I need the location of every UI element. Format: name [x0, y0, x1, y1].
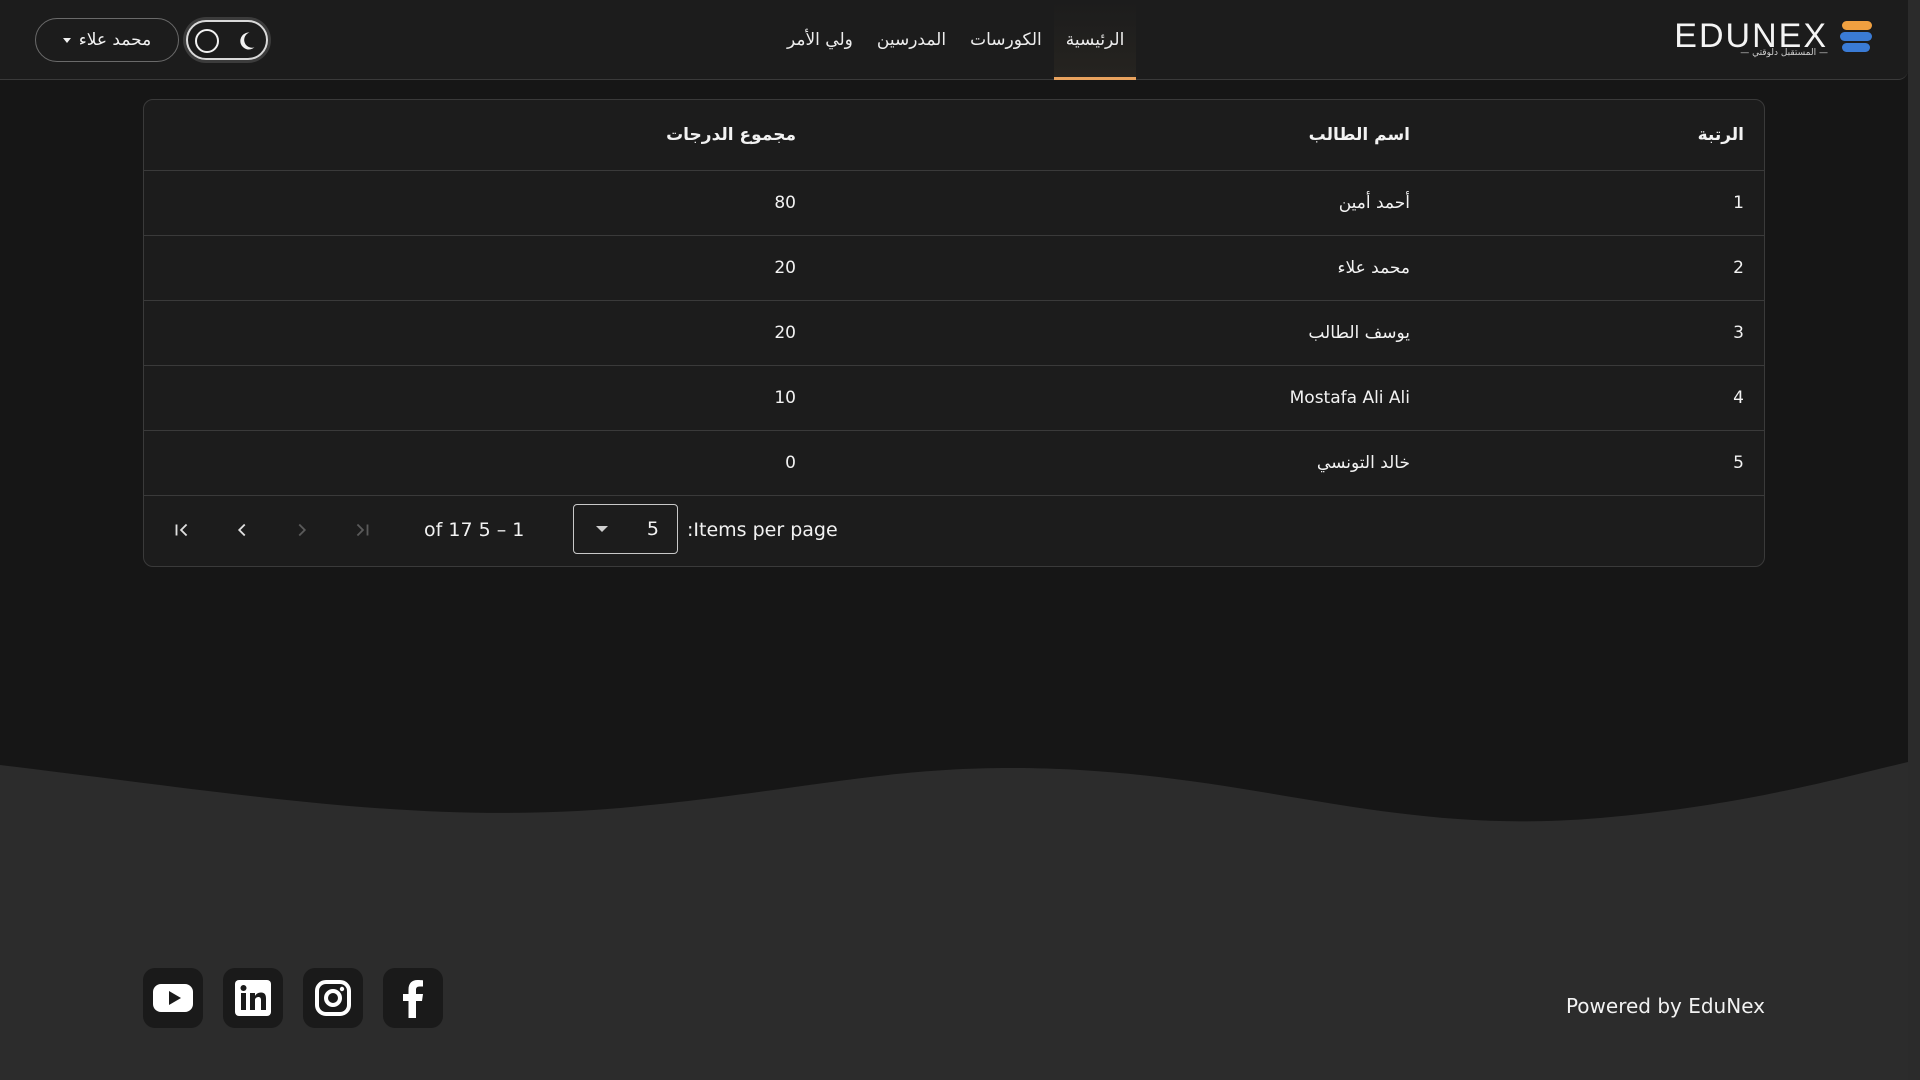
cell-score: 0	[785, 453, 796, 473]
leaderboard-table: الرتبة اسم الطالب مجموع الدرجات 1 أحمد أ…	[143, 99, 1765, 567]
logo-mark-icon	[1840, 21, 1872, 52]
column-header-score[interactable]: مجموع الدرجات	[666, 100, 796, 170]
nav-parent[interactable]: ولي الأمر	[775, 0, 865, 80]
first-page-icon	[175, 523, 188, 537]
edunex-logo[interactable]: EDUNEX — المستقبل دلوقتي —	[1674, 16, 1874, 60]
user-name: محمد علاء	[78, 30, 152, 50]
cell-rank: 3	[1733, 323, 1744, 343]
table-header-row: الرتبة اسم الطالب مجموع الدرجات	[144, 100, 1764, 171]
youtube-icon	[153, 984, 193, 1012]
last-page-button[interactable]	[344, 512, 380, 548]
page: EDUNEX — المستقبل دلوقتي — الرئيسية الكو…	[0, 0, 1920, 1080]
paginator: :Items per page 5 of 17 5 – 1	[144, 494, 1764, 566]
first-page-button[interactable]	[164, 512, 200, 548]
cell-student-name: محمد علاء	[1337, 258, 1410, 278]
nav-home[interactable]: الرئيسية	[1053, 0, 1137, 80]
theme-toggle[interactable]	[186, 20, 268, 60]
cell-student-name: خالد التونسي	[1316, 453, 1410, 473]
powered-by-text: Powered by EduNex	[1565, 994, 1765, 1018]
instagram-icon	[315, 980, 351, 1016]
main-nav: الرئيسية الكورسات المدرسين ولي الأمر	[775, 0, 1137, 80]
cell-student-name: أحمد أمين	[1338, 193, 1410, 213]
page-size-select[interactable]: 5	[573, 504, 678, 554]
next-page-button[interactable]	[284, 512, 320, 548]
last-page-icon	[356, 523, 369, 537]
dropdown-arrow-icon	[596, 526, 608, 532]
table-row: 3 يوسف الطالب 20	[144, 301, 1764, 366]
toggle-knob	[195, 29, 219, 53]
nav-teachers[interactable]: المدرسين	[865, 0, 958, 80]
cell-student-name: يوسف الطالب	[1308, 323, 1410, 343]
cell-student-name: Mostafa Ali Ali	[1289, 388, 1410, 408]
cell-rank: 4	[1733, 388, 1744, 408]
previous-page-button[interactable]	[224, 512, 260, 548]
cell-rank: 1	[1733, 193, 1744, 213]
cell-score: 20	[774, 258, 796, 278]
nav-courses[interactable]: الكورسات	[958, 0, 1054, 80]
table-row: 2 محمد علاء 20	[144, 236, 1764, 301]
facebook-link[interactable]	[383, 968, 443, 1028]
top-navbar: EDUNEX — المستقبل دلوقتي — الرئيسية الكو…	[0, 0, 1908, 80]
cell-score: 20	[774, 323, 796, 343]
moon-icon	[240, 32, 255, 50]
cell-score: 80	[774, 193, 796, 213]
page-size-value: 5	[646, 518, 659, 540]
cell-score: 10	[774, 388, 796, 408]
table-row: 1 أحمد أمين 80	[144, 171, 1764, 236]
column-header-rank[interactable]: الرتبة	[1698, 100, 1744, 170]
table-row: 4 Mostafa Ali Ali 10	[144, 366, 1764, 431]
facebook-icon	[403, 980, 423, 1018]
linkedin-link[interactable]	[223, 968, 283, 1028]
page-scrollbar[interactable]	[1908, 0, 1920, 1080]
table-row: 5 خالد التونسي 0	[144, 431, 1764, 496]
chevron-right-icon	[298, 523, 307, 537]
items-per-page-label: :Items per page	[687, 519, 838, 541]
cell-rank: 2	[1733, 258, 1744, 278]
chevron-left-icon	[237, 523, 246, 537]
cell-rank: 5	[1733, 453, 1744, 473]
youtube-link[interactable]	[143, 968, 203, 1028]
social-links	[143, 968, 443, 1028]
instagram-link[interactable]	[303, 968, 363, 1028]
logo-tagline: — المستقبل دلوقتي —	[1740, 48, 1828, 58]
column-header-name[interactable]: اسم الطالب	[1309, 100, 1410, 170]
chevron-down-icon	[62, 37, 71, 43]
user-menu-button[interactable]: محمد علاء	[35, 18, 179, 62]
footer-wave	[0, 762, 1908, 1080]
linkedin-icon	[235, 980, 271, 1016]
page-range-label: of 17 5 – 1	[424, 519, 525, 541]
